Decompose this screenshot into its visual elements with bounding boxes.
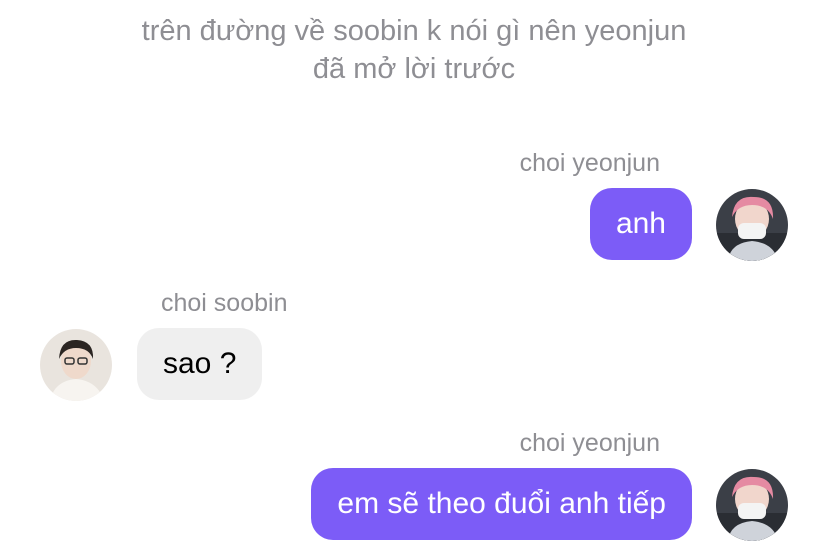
sender-name: choi yeonjun (519, 149, 660, 177)
message-bubble-outgoing[interactable]: em sẽ theo đuổi anh tiếp (311, 468, 692, 540)
yeonjun-avatar[interactable] (716, 189, 788, 261)
narration-line-2: đã mở lời trước (312, 53, 516, 85)
yeonjun-avatar[interactable] (716, 469, 788, 541)
message-bubble-incoming[interactable]: sao ? (137, 328, 263, 400)
narration-line-1: trên đường về soobin k nói gì nên yeonju… (141, 15, 687, 47)
sender-name: choi soobin (161, 289, 288, 317)
soobin-avatar[interactable] (40, 329, 112, 401)
message-bubble-outgoing[interactable]: anh (589, 188, 692, 260)
sender-name: choi yeonjun (519, 429, 660, 457)
narration-text: trên đường về soobin k nói gì nên yeonju… (0, 12, 828, 88)
